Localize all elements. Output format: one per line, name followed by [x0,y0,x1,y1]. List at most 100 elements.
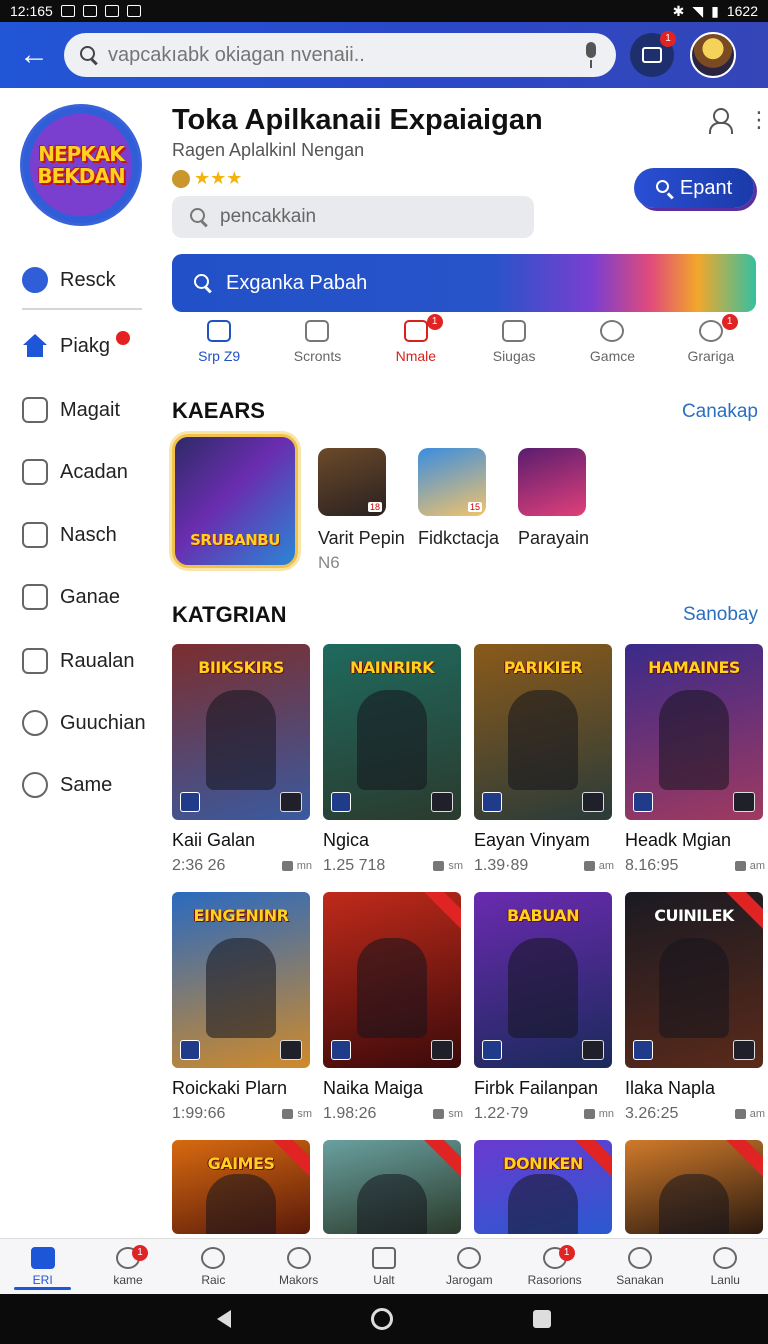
nav-ualt[interactable]: Ualt [341,1239,426,1294]
system-home-icon[interactable] [371,1308,393,1330]
game-card[interactable]: HAMAINES Headk Mgian 8.16:95 am [625,644,765,875]
home-icon [22,334,48,358]
sidebar-item-magait[interactable]: Magait [22,390,120,430]
lock-tag-label: mn [296,860,312,872]
featured-app[interactable]: SRUBANBU [172,434,298,568]
tab-label: Nmale [395,348,437,364]
nav-sanakan[interactable]: Sanakan [597,1239,682,1294]
wifi-icon: ◥ [692,2,704,19]
platform-icon [331,792,351,812]
game-meta-row: 3.26:25 am [625,1105,765,1123]
profile-icon[interactable] [708,108,733,134]
lock-icon [583,861,595,871]
section-title-katgrian: KATGRIAN [172,602,287,627]
game-card[interactable]: PARIKIER Eayan Vinyam 1.39·89 am [474,644,614,875]
character-figure [206,938,276,1038]
nav-lanlu[interactable]: Lanlu [683,1239,768,1294]
platform-icon [180,1040,200,1060]
system-back-icon[interactable] [217,1310,231,1328]
app-item[interactable]: 18 Varit Pepin N6 [318,448,418,573]
app-item[interactable]: 15 Fidkctacja [418,448,518,549]
lock-icon [433,861,445,871]
sidebar-item-nasch[interactable]: Nasch [22,515,117,555]
age-rating-badge: 18 [367,502,382,512]
game-meta-row: 1.98:26 sm [323,1105,463,1123]
search-input[interactable] [108,43,582,67]
lock-tag: mn [583,1108,614,1120]
notifications-button[interactable]: 1 [630,31,676,77]
nav-label: Lanlu [710,1272,740,1287]
tab-siugas[interactable]: Siugas [465,320,563,372]
frame-icon [22,648,48,674]
game-time: 1:99:66 [172,1105,226,1122]
game-time: 3.26:25 [625,1105,679,1122]
lock-tag: am [734,860,765,872]
tab-grariga[interactable]: 1 Grariga [662,314,760,372]
game-cover: HAMAINES [625,644,763,820]
user-avatar[interactable] [690,32,736,78]
section-link-sanobay[interactable]: Sanobay [683,604,758,626]
game-card[interactable]: DONIKEN [474,1140,614,1234]
game-time: 1.98:26 [323,1105,377,1122]
nav-rasorions[interactable]: 1 Rasorions [512,1239,597,1294]
sidebar-item-acadan[interactable]: Acadan [22,452,128,492]
game-name: Ilaka Napla [625,1078,716,1098]
tab-gamce[interactable]: Gamce [563,320,661,372]
game-cover [323,892,461,1068]
banner-text: Exganka Pabah [226,271,368,294]
people-icon [627,1246,652,1269]
game-card[interactable]: GAIMES [172,1140,312,1234]
header-actions: ⋮ [708,108,768,134]
game-card[interactable]: BIIKSKIRS Kaii Galan 2:36 26 mn [172,644,312,875]
character-figure [206,1174,276,1234]
back-arrow-icon[interactable]: ← [14,35,54,75]
nav-label: Rasorions [527,1272,582,1287]
logo-line-1: NEPKAK [38,142,125,166]
game-meta-row: 1.25 718 sm [323,857,463,875]
sidebar-item-resck[interactable]: Resck [22,260,116,300]
nav-kame[interactable]: 1 kame [85,1239,170,1294]
game-card[interactable] [323,1140,463,1234]
sidebar-item-piakg[interactable]: Piakg [22,326,131,366]
lock-tag-label: am [598,860,614,872]
nav-eri[interactable]: ERI [0,1239,85,1294]
tab-srp-z9[interactable]: Srp Z9 [170,320,268,372]
lock-tag: am [734,1108,765,1120]
unread-dot [116,331,131,345]
top-app-bar: ← 1 [0,22,768,88]
app-search-field[interactable]: pencakkain [172,196,534,238]
nav-makors[interactable]: Makors [256,1239,341,1294]
nav-raic[interactable]: Raic [171,1239,256,1294]
section-link-canakap[interactable]: Canakap [682,401,758,423]
game-meta-row: 1:99:66 sm [172,1105,312,1123]
rating-stars: ★★★ [194,168,243,188]
install-button[interactable]: Epant [634,168,754,208]
game-card[interactable]: EINGENINR Roickaki Plarn 1:99:66 sm [172,892,312,1123]
game-card[interactable]: Naika Maiga 1.98:26 sm [323,892,463,1123]
sidebar-item-guuchian[interactable]: Guuchian [22,703,146,743]
search-bar[interactable] [64,33,616,77]
sidebar-item-same[interactable]: Same [22,765,112,805]
tab-label: Gamce [589,348,636,364]
tab-nmale[interactable]: 1 Nmale [367,314,465,372]
game-name: Naika Maiga [323,1078,424,1098]
microphone-icon[interactable] [582,42,600,68]
promo-banner[interactable]: Exganka Pabah [172,254,756,312]
lock-tag-label: sm [448,1108,463,1120]
sidebar-item-ganae[interactable]: Ganae [22,577,120,617]
game-card[interactable]: NAINRIRK Ngica 1.25 718 sm [323,644,463,875]
system-recents-icon[interactable] [533,1310,551,1328]
more-options-icon[interactable]: ⋮ [748,109,768,131]
rocket-icon [457,1246,482,1269]
sidebar-item-raualan[interactable]: Raualan [22,641,135,681]
app-search-placeholder: pencakkain [220,206,317,227]
game-cover: PARIKIER [474,644,612,820]
platform-icon [331,1040,351,1060]
game-card[interactable] [625,1140,765,1234]
game-card[interactable]: CUINILEK Ilaka Napla 3.26:25 am [625,892,765,1123]
tab-scronts[interactable]: Scronts [268,320,366,372]
app-item[interactable]: Parayain [518,448,618,549]
search-icon [190,208,208,226]
nav-jarogam[interactable]: Jarogam [427,1239,512,1294]
game-card[interactable]: BABUAN Firbk Failanpan 1.22·79 mn [474,892,614,1123]
